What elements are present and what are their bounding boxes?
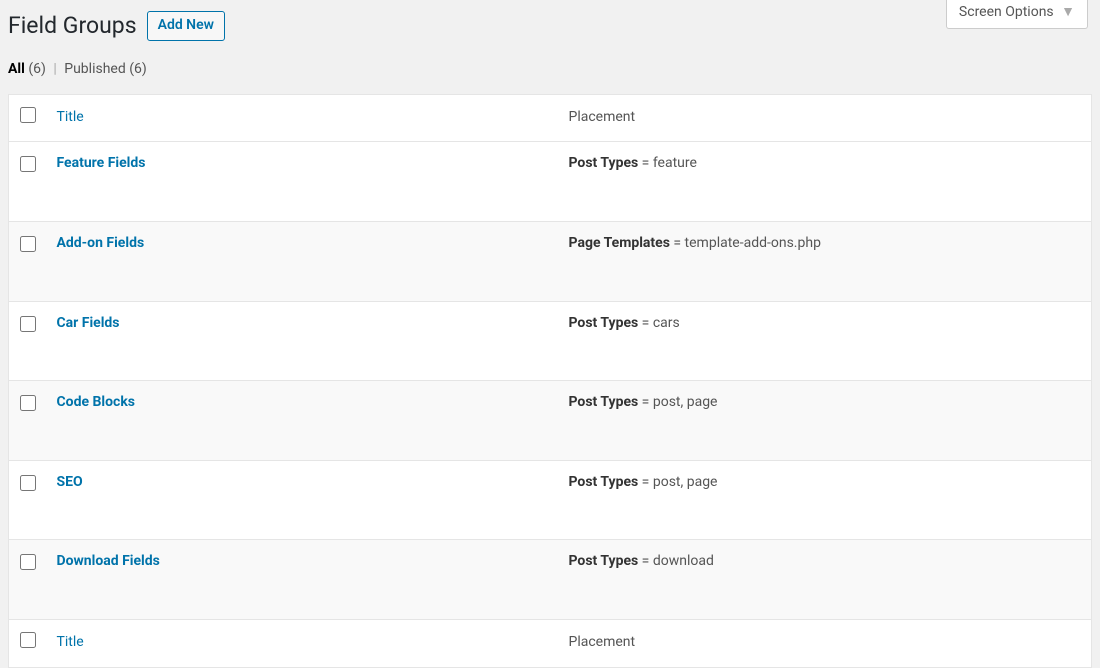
- header-title[interactable]: Title: [47, 94, 559, 142]
- field-groups-table: Title Placement Feature Fields Post Type…: [8, 94, 1092, 668]
- placement-value: feature: [653, 155, 697, 171]
- placement-value: template-add-ons.php: [685, 235, 821, 251]
- select-all-footer-checkbox[interactable]: [20, 632, 36, 648]
- filter-published-count: (6): [129, 61, 147, 77]
- filter-all[interactable]: All (6): [8, 61, 49, 77]
- row-title-link[interactable]: Car Fields: [57, 315, 120, 331]
- placement-key: Post Types: [569, 474, 639, 490]
- row-placement: Post Types = post, page: [559, 381, 1092, 461]
- placement-value: post, page: [653, 474, 718, 490]
- footer-title-link[interactable]: Title: [57, 634, 84, 650]
- screen-options-label: Screen Options: [959, 4, 1054, 20]
- placement-key: Page Templates: [569, 235, 670, 251]
- placement-key: Post Types: [569, 315, 639, 331]
- row-checkbox[interactable]: [20, 156, 36, 172]
- placement-key: Post Types: [569, 553, 639, 569]
- row-placement: Post Types = feature: [559, 142, 1092, 222]
- screen-options-button[interactable]: Screen Options ▼: [946, 0, 1088, 29]
- filter-all-count: (6): [28, 61, 46, 77]
- table-row: Download Fields Post Types = download: [9, 540, 1092, 620]
- select-all-checkbox[interactable]: [20, 107, 36, 123]
- filter-published-label: Published: [64, 61, 125, 77]
- row-checkbox[interactable]: [20, 316, 36, 332]
- filter-separator: |: [53, 61, 56, 77]
- header-placement: Placement: [559, 94, 1092, 142]
- row-checkbox[interactable]: [20, 236, 36, 252]
- row-checkbox[interactable]: [20, 554, 36, 570]
- row-title-link[interactable]: Feature Fields: [57, 155, 146, 171]
- row-checkbox[interactable]: [20, 395, 36, 411]
- row-checkbox[interactable]: [20, 475, 36, 491]
- page-header: Field Groups Add New: [0, 0, 1100, 60]
- table-row: Feature Fields Post Types = feature: [9, 142, 1092, 222]
- page-title: Field Groups: [8, 10, 137, 42]
- table-row: Add-on Fields Page Templates = template-…: [9, 221, 1092, 301]
- footer-title[interactable]: Title: [47, 619, 559, 667]
- table-row: Car Fields Post Types = cars: [9, 301, 1092, 381]
- filter-all-label: All: [8, 61, 25, 77]
- row-title-link[interactable]: Download Fields: [57, 553, 160, 569]
- row-title-link[interactable]: Code Blocks: [57, 394, 136, 410]
- row-placement: Post Types = post, page: [559, 460, 1092, 540]
- row-placement: Page Templates = template-add-ons.php: [559, 221, 1092, 301]
- footer-select-all: [9, 619, 47, 667]
- header-select-all: [9, 94, 47, 142]
- placement-key: Post Types: [569, 155, 639, 171]
- filter-nav: All (6) | Published (6): [0, 60, 1100, 94]
- header-title-link[interactable]: Title: [57, 109, 84, 125]
- table-row: SEO Post Types = post, page: [9, 460, 1092, 540]
- table-body: Feature Fields Post Types = feature Add-…: [9, 142, 1092, 620]
- placement-key: Post Types: [569, 394, 639, 410]
- footer-placement: Placement: [559, 619, 1092, 667]
- chevron-down-icon: ▼: [1061, 3, 1075, 23]
- filter-published[interactable]: Published (6): [64, 61, 147, 77]
- add-new-button[interactable]: Add New: [147, 11, 225, 41]
- placement-value: post, page: [653, 394, 718, 410]
- row-placement: Post Types = download: [559, 540, 1092, 620]
- row-placement: Post Types = cars: [559, 301, 1092, 381]
- row-title-link[interactable]: Add-on Fields: [57, 235, 145, 251]
- table-row: Code Blocks Post Types = post, page: [9, 381, 1092, 461]
- row-title-link[interactable]: SEO: [57, 474, 83, 490]
- placement-value: cars: [653, 315, 680, 331]
- placement-value: download: [653, 553, 714, 569]
